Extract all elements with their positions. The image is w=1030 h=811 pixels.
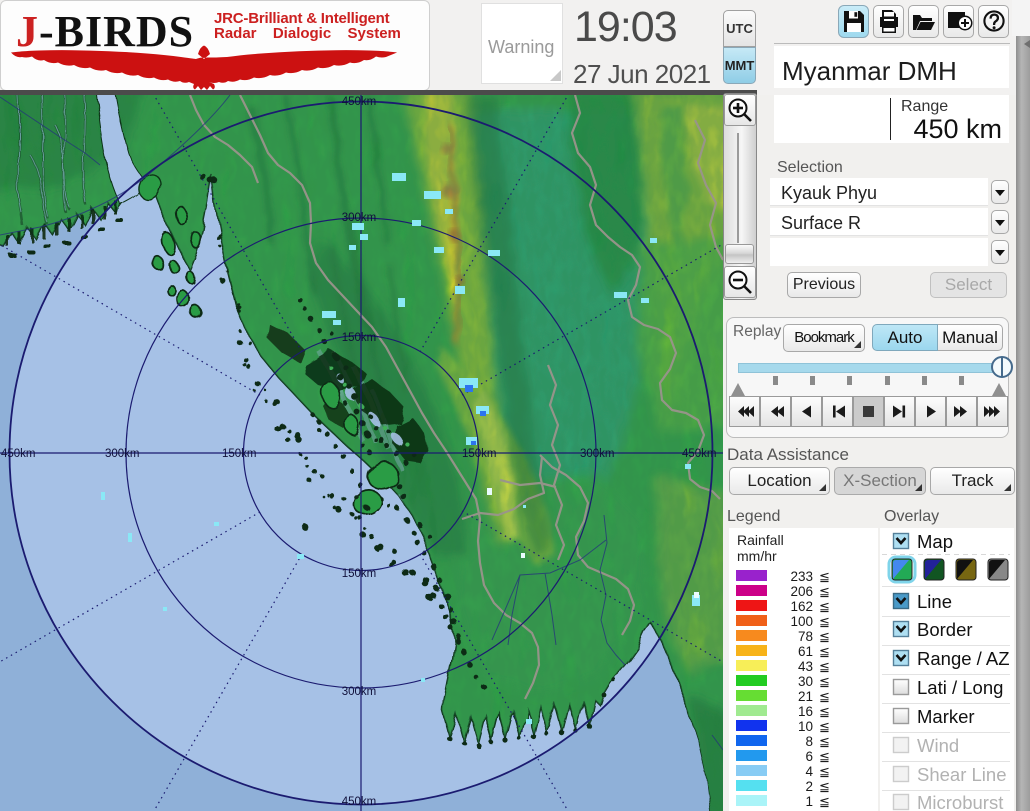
svg-text:≦: ≦ (819, 644, 830, 659)
svg-text:1: 1 (805, 794, 813, 809)
svg-text:Marker: Marker (917, 706, 975, 727)
svg-text:Microburst: Microburst (917, 792, 1003, 811)
svg-text:≦: ≦ (819, 704, 830, 719)
svg-text:≦: ≦ (819, 599, 830, 614)
svg-text:43: 43 (798, 659, 813, 674)
svg-text:Line: Line (917, 591, 952, 612)
svg-text:300km: 300km (342, 686, 377, 698)
svg-text:≦: ≦ (819, 614, 830, 629)
svg-text:450km: 450km (342, 96, 377, 108)
svg-text:≦: ≦ (819, 764, 830, 779)
svg-text:300km: 300km (342, 212, 377, 224)
svg-text:4: 4 (805, 764, 813, 779)
svg-text:≦: ≦ (819, 734, 830, 749)
svg-text:≦: ≦ (819, 794, 830, 809)
svg-text:Lati / Long: Lati / Long (917, 677, 1003, 698)
svg-text:450km: 450km (1, 448, 36, 460)
svg-text:≦: ≦ (819, 779, 830, 794)
svg-text:2: 2 (805, 779, 813, 794)
svg-text:21: 21 (798, 689, 813, 704)
svg-text:Border: Border (917, 619, 973, 640)
svg-text:150km: 150km (342, 332, 377, 344)
svg-text:300km: 300km (105, 448, 140, 460)
svg-text:≦: ≦ (819, 674, 830, 689)
svg-text:300km: 300km (580, 448, 615, 460)
svg-text:≦: ≦ (819, 629, 830, 644)
svg-text:≦: ≦ (819, 719, 830, 734)
svg-text:450km: 450km (342, 796, 377, 808)
svg-text:78: 78 (798, 629, 813, 644)
svg-text:100: 100 (790, 614, 813, 629)
svg-text:10: 10 (798, 719, 813, 734)
svg-text:≦: ≦ (819, 659, 830, 674)
svg-text:206: 206 (790, 584, 813, 599)
svg-text:≦: ≦ (819, 569, 830, 584)
svg-text:162: 162 (790, 599, 813, 614)
svg-text:150km: 150km (342, 568, 377, 580)
svg-text:450km: 450km (682, 448, 717, 460)
svg-text:≦: ≦ (819, 689, 830, 704)
svg-text:30: 30 (798, 674, 813, 689)
svg-text:≦: ≦ (819, 749, 830, 764)
svg-text:150km: 150km (222, 448, 257, 460)
svg-text:61: 61 (798, 644, 813, 659)
svg-text:233: 233 (790, 569, 813, 584)
svg-text:Range / AZ: Range / AZ (917, 648, 1010, 669)
svg-text:≦: ≦ (819, 584, 830, 599)
svg-text:8: 8 (805, 734, 813, 749)
svg-text:150km: 150km (462, 448, 497, 460)
svg-text:Shear Line: Shear Line (917, 764, 1006, 785)
svg-text:6: 6 (805, 749, 813, 764)
svg-text:Wind: Wind (917, 735, 959, 756)
svg-text:Map: Map (917, 531, 953, 552)
svg-text:16: 16 (798, 704, 813, 719)
